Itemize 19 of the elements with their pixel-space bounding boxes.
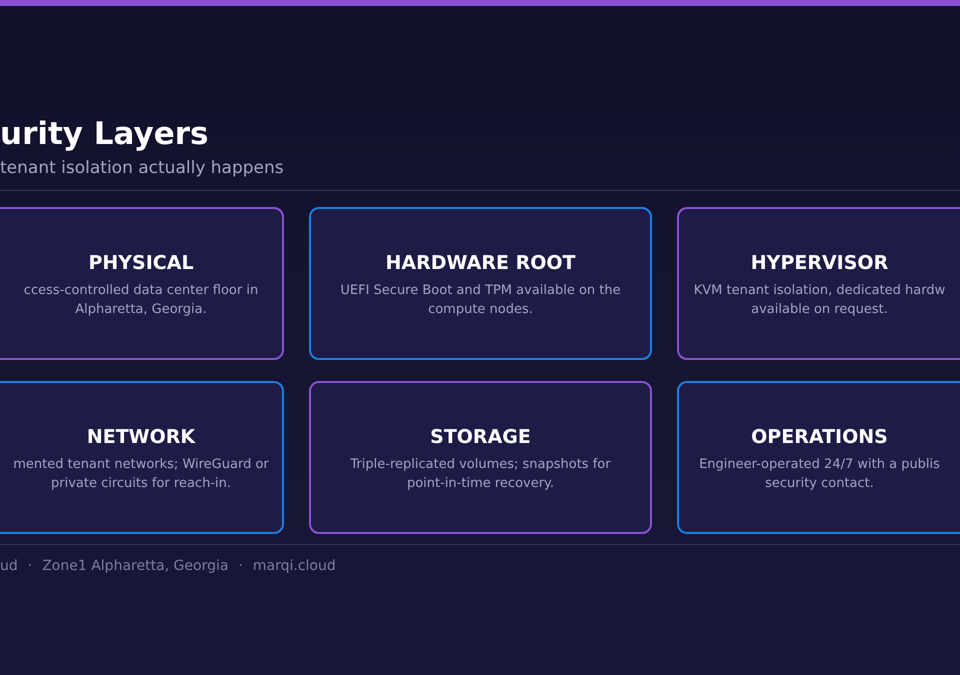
- card-description: ccess-controlled data center floor in Alpharetta, Georgia.: [24, 282, 258, 319]
- card-description: UEFI Secure Boot and TPM available on the compute nodes.: [340, 282, 621, 319]
- card-title: NETWORK: [86, 425, 196, 449]
- footer-text: ud: [0, 558, 18, 574]
- footer-separator: ·: [28, 558, 32, 574]
- card-title: STORAGE: [430, 425, 531, 449]
- card-title: HARDWARE ROOT: [386, 251, 576, 275]
- card-description: KVM tenant isolation, dedicated hardw available on request.: [694, 282, 946, 319]
- footer-separator: ·: [238, 558, 243, 574]
- card-description: Triple-replicated volumes; snapshots for point-in-time recovery.: [350, 456, 611, 493]
- page-title: urity Layers: [0, 115, 210, 154]
- card-description: Engineer-operated 24/7 with a publis security contact.: [699, 456, 940, 493]
- footer-text: Zone1 Alpharetta, Georgia: [42, 558, 228, 574]
- page-subtitle: tenant isolation actually happens: [0, 157, 285, 180]
- card-title: OPERATIONS: [751, 425, 888, 449]
- card-title: PHYSICAL: [88, 251, 194, 275]
- card-description: mented tenant networks; WireGuard or private circuits for reach-in.: [13, 456, 269, 493]
- footer-text: marqi.cloud: [252, 558, 336, 574]
- card-title: HYPERVISOR: [750, 251, 888, 275]
